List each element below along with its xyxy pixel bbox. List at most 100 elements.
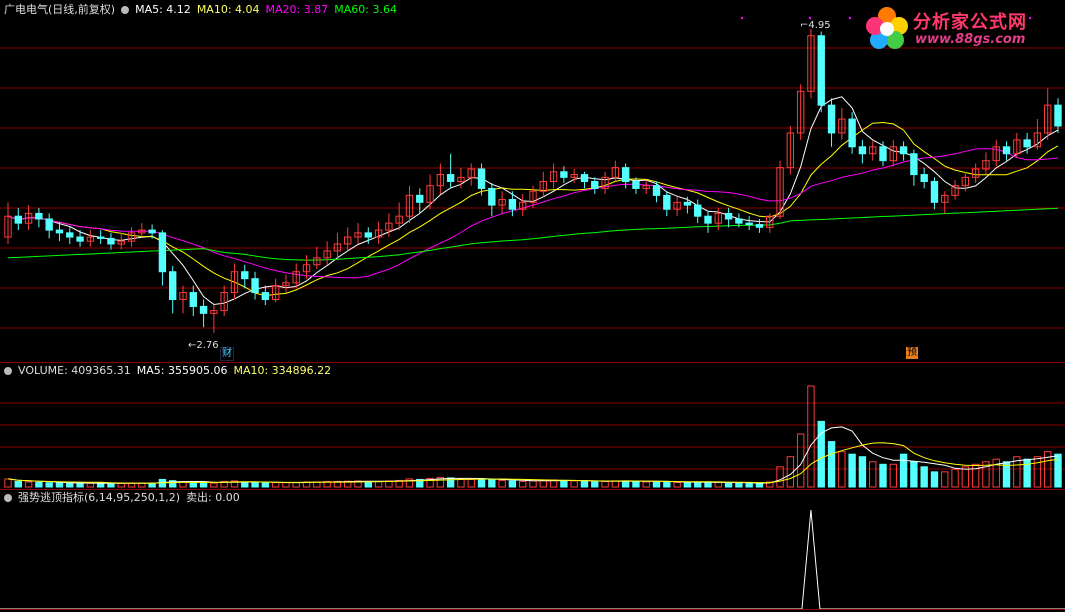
candle-body bbox=[508, 199, 517, 210]
candle-body bbox=[96, 236, 105, 239]
volume-bar bbox=[714, 481, 722, 488]
price-ma60: MA60: 3.64 bbox=[334, 3, 397, 16]
volume-bar bbox=[591, 481, 599, 488]
volume-bar bbox=[848, 453, 856, 488]
candle-body bbox=[261, 292, 270, 300]
price-ma5: MA5: 4.12 bbox=[135, 3, 191, 16]
divider-3 bbox=[0, 609, 1065, 610]
volume-bar bbox=[467, 478, 475, 488]
badge-yu[interactable]: 预 bbox=[906, 347, 918, 359]
volume-panel[interactable]: VOLUME: 409365.31 MA5: 355905.06 MA10: 334… bbox=[0, 363, 1065, 489]
volume-bar bbox=[271, 481, 280, 488]
candle-body bbox=[1054, 104, 1062, 127]
candle-body bbox=[724, 212, 733, 220]
candle-body bbox=[107, 237, 115, 245]
candle-body bbox=[694, 204, 702, 217]
candle-body bbox=[560, 171, 568, 178]
volume-bar bbox=[611, 480, 620, 488]
volume-bar bbox=[14, 480, 22, 488]
candle-body bbox=[899, 146, 908, 155]
candle-body bbox=[920, 174, 928, 182]
volume-chart[interactable] bbox=[0, 363, 1065, 489]
candle-body bbox=[632, 181, 640, 189]
indicator-name: 强势逃顶指标(6,14,95,250,1,2) bbox=[18, 491, 181, 504]
volume-ma10: MA10: 334896.22 bbox=[233, 364, 332, 377]
volume-bar bbox=[66, 482, 74, 488]
volume-bar bbox=[621, 480, 630, 488]
volume-bar bbox=[776, 466, 784, 488]
volume-bar bbox=[107, 482, 115, 488]
candle-body bbox=[45, 218, 53, 231]
volume-bar bbox=[694, 481, 702, 488]
price-ma10: MA10: 4.04 bbox=[196, 3, 260, 16]
candle-body bbox=[251, 278, 259, 294]
volume-bar bbox=[1033, 456, 1042, 488]
volume-bar bbox=[127, 482, 136, 488]
volume-bar bbox=[539, 479, 547, 488]
volume-bar bbox=[920, 466, 928, 488]
candle-body bbox=[848, 118, 856, 148]
candle-body bbox=[652, 185, 661, 196]
indicator-dot-icon[interactable] bbox=[4, 494, 12, 502]
price-chart[interactable] bbox=[0, 0, 1065, 362]
volume-bar bbox=[879, 463, 887, 488]
volume-bar bbox=[910, 461, 918, 488]
candle-body bbox=[364, 232, 372, 238]
volume-bar bbox=[663, 480, 671, 488]
candle-body bbox=[35, 212, 43, 220]
volume-bar bbox=[241, 481, 249, 488]
volume-dot-icon[interactable] bbox=[4, 367, 12, 375]
volume-bar bbox=[488, 479, 496, 488]
candle-body bbox=[477, 168, 486, 189]
volume-bar bbox=[869, 461, 877, 488]
volume-bar bbox=[580, 480, 589, 488]
volume-bar bbox=[889, 463, 897, 488]
badge-cai[interactable]: 财 bbox=[220, 347, 234, 361]
price-ma20: MA20: 3.87 bbox=[265, 3, 329, 16]
volume-bar bbox=[632, 480, 640, 488]
candle-body bbox=[66, 232, 74, 238]
volume-bar bbox=[477, 478, 486, 488]
candle-body bbox=[416, 194, 424, 203]
settings-dot-icon[interactable] bbox=[121, 6, 130, 14]
candle-body bbox=[910, 153, 918, 176]
candle-body bbox=[488, 187, 496, 206]
flower-logo-icon bbox=[866, 7, 908, 49]
site-logo: 分析家公式网 www.88gs.com bbox=[861, 4, 1057, 52]
volume-value: VOLUME: 409365.31 bbox=[18, 364, 131, 377]
candle-body bbox=[663, 194, 671, 210]
volume-bar bbox=[971, 463, 980, 488]
volume-bar bbox=[519, 480, 527, 488]
volume-bar bbox=[745, 482, 753, 488]
volume-bar bbox=[261, 482, 270, 488]
candle-body bbox=[879, 146, 887, 162]
volume-bar bbox=[941, 471, 949, 488]
volume-legend: VOLUME: 409365.31 MA5: 355905.06 MA10: 334… bbox=[4, 364, 337, 378]
volume-bar bbox=[807, 385, 815, 488]
volume-bar bbox=[683, 482, 692, 488]
indicator-chart[interactable] bbox=[0, 490, 1065, 612]
indicator-panel[interactable]: 强势逃顶指标(6,14,95,250,1,2) 卖出: 0.00 bbox=[0, 490, 1065, 612]
volume-bar bbox=[55, 482, 64, 488]
low-price-label: ←2.76 bbox=[188, 340, 219, 351]
candle-body bbox=[930, 181, 939, 203]
candle-body bbox=[683, 201, 692, 206]
volume-ma5: MA5: 355905.06 bbox=[136, 364, 228, 377]
candle-body bbox=[735, 218, 743, 224]
high-price-label: ⌐4.95 bbox=[800, 20, 831, 31]
volume-bar bbox=[992, 458, 1000, 488]
price-title: 广电电气(日线,前复权) bbox=[4, 3, 116, 16]
price-panel[interactable]: 广电电气(日线,前复权) MA5: 4.12 MA10: 4.04 MA20: 3.8… bbox=[0, 0, 1065, 362]
logo-url: www.88gs.com bbox=[915, 32, 1026, 47]
volume-bar bbox=[951, 468, 959, 488]
candle-body bbox=[704, 215, 712, 224]
volume-bar bbox=[961, 466, 970, 488]
candle-body bbox=[591, 181, 599, 189]
volume-bar bbox=[817, 420, 825, 488]
volume-bar bbox=[35, 481, 43, 488]
volume-bar bbox=[148, 482, 156, 488]
volume-bar bbox=[498, 479, 506, 488]
volume-bar bbox=[292, 481, 300, 488]
candle-body bbox=[55, 229, 64, 234]
volume-bar bbox=[189, 481, 197, 488]
